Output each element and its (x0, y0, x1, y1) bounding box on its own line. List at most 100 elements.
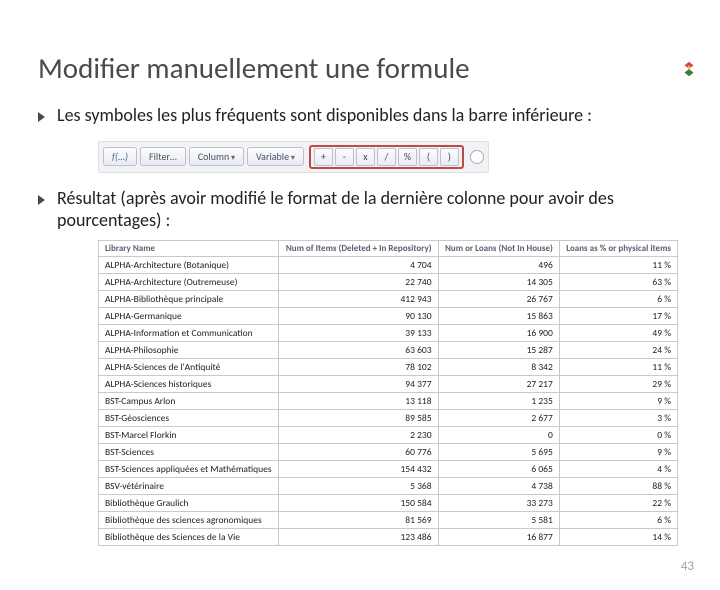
toggle-icon[interactable] (470, 150, 484, 164)
variable-dropdown[interactable]: Variable (247, 147, 304, 166)
table-row: ALPHA-Sciences historiques94 37727 21729… (99, 375, 678, 392)
cell-value: 90 130 (279, 307, 438, 324)
cell-value: 1 235 (438, 392, 559, 409)
cell-library: BST-Campus Arlon (99, 392, 279, 409)
col-items: Num of Items (Deleted + In Repository) (279, 240, 438, 256)
cell-value: 24 % (559, 341, 677, 358)
cell-value: 16 900 (438, 324, 559, 341)
filter-button[interactable]: Filter… (140, 147, 186, 166)
table-row: Bibliothèque des Sciences de la Vie123 4… (99, 528, 678, 545)
table-row: ALPHA-Philosophie63 60315 28724 % (99, 341, 678, 358)
table-row: BSV-vétérinaire5 3684 73888 % (99, 477, 678, 494)
table-row: ALPHA-Sciences de l'Antiquité78 1028 342… (99, 358, 678, 375)
cell-value: 5 581 (438, 511, 559, 528)
cell-value: 8 342 (438, 358, 559, 375)
table-row: ALPHA-Information et Communication39 133… (99, 324, 678, 341)
cell-value: 154 432 (279, 460, 438, 477)
table-row: Bibliothèque des sciences agronomiques81… (99, 511, 678, 528)
cell-value: 14 305 (438, 273, 559, 290)
table-row: ALPHA-Germanique90 13015 86317 % (99, 307, 678, 324)
bullet-item: Résultat (après avoir modifié le format … (38, 187, 682, 232)
cell-library: ALPHA-Sciences de l'Antiquité (99, 358, 279, 375)
op-percent[interactable]: % (398, 148, 417, 166)
op-minus[interactable]: - (335, 148, 354, 166)
col-loans: Num or Loans (Not In House) (438, 240, 559, 256)
slide-title: Modifier manuellement une formule (38, 50, 720, 86)
cell-value: 49 % (559, 324, 677, 341)
op-plus[interactable]: + (314, 148, 333, 166)
cell-value: 60 776 (279, 443, 438, 460)
triangle-icon (38, 112, 45, 122)
result-table: Library Name Num of Items (Deleted + In … (98, 240, 678, 546)
cell-value: 94 377 (279, 375, 438, 392)
cell-value: 13 118 (279, 392, 438, 409)
cell-value: 9 % (559, 443, 677, 460)
fx-button[interactable]: f(…) (103, 147, 137, 166)
cell-value: 5 695 (438, 443, 559, 460)
cell-value: 3 % (559, 409, 677, 426)
cell-value: 496 (438, 256, 559, 273)
cell-library: ALPHA-Information et Communication (99, 324, 279, 341)
cell-value: 14 % (559, 528, 677, 545)
cell-value: 2 677 (438, 409, 559, 426)
cell-library: ALPHA-Sciences historiques (99, 375, 279, 392)
cell-value: 6 % (559, 290, 677, 307)
col-percent: Loans as % or physical items (559, 240, 677, 256)
cell-library: ALPHA-Bibliothèque principale (99, 290, 279, 307)
triangle-icon (38, 195, 45, 205)
cell-library: Bibliothèque des sciences agronomiques (99, 511, 279, 528)
table-row: ALPHA-Bibliothèque principale412 94326 7… (99, 290, 678, 307)
cell-value: 17 % (559, 307, 677, 324)
cell-value: 63 % (559, 273, 677, 290)
cell-value: 89 585 (279, 409, 438, 426)
bullet-text: Résultat (après avoir modifié le format … (57, 187, 682, 232)
cell-library: ALPHA-Philosophie (99, 341, 279, 358)
cell-library: ALPHA-Germanique (99, 307, 279, 324)
cell-value: 0 (438, 426, 559, 443)
cell-library: ALPHA-Architecture (Outremeuse) (99, 273, 279, 290)
table-row: BST-Campus Arlon13 1181 2359 % (99, 392, 678, 409)
cell-value: 78 102 (279, 358, 438, 375)
cell-value: 6 065 (438, 460, 559, 477)
cell-value: 4 704 (279, 256, 438, 273)
cell-value: 123 486 (279, 528, 438, 545)
cell-value: 6 % (559, 511, 677, 528)
cell-library: BST-Géosciences (99, 409, 279, 426)
cell-value: 15 287 (438, 341, 559, 358)
table-row: BST-Sciences appliquées et Mathématiques… (99, 460, 678, 477)
table-row: BST-Géosciences89 5852 6773 % (99, 409, 678, 426)
cell-library: BST-Marcel Florkin (99, 426, 279, 443)
column-dropdown[interactable]: Column (189, 147, 244, 166)
cell-value: 26 767 (438, 290, 559, 307)
cell-value: 63 603 (279, 341, 438, 358)
cell-value: 88 % (559, 477, 677, 494)
cell-value: 33 273 (438, 494, 559, 511)
cell-value: 11 % (559, 358, 677, 375)
cell-value: 150 584 (279, 494, 438, 511)
formula-toolbar: f(…) Filter… Column Variable + - x / % (… (98, 141, 489, 173)
cell-value: 0 % (559, 426, 677, 443)
cell-value: 2 230 (279, 426, 438, 443)
result-table-wrap: Library Name Num of Items (Deleted + In … (98, 240, 682, 546)
cell-value: 9 % (559, 392, 677, 409)
page-number: 43 (681, 559, 694, 574)
cell-library: Bibliothèque Graulich (99, 494, 279, 511)
cell-value: 4 738 (438, 477, 559, 494)
table-row: Bibliothèque Graulich150 58433 27322 % (99, 494, 678, 511)
table-row: ALPHA-Architecture (Outremeuse)22 74014 … (99, 273, 678, 290)
cell-library: BSV-vétérinaire (99, 477, 279, 494)
bullet-text: Les symboles les plus fréquents sont dis… (57, 104, 592, 127)
cell-value: 27 217 (438, 375, 559, 392)
op-divide[interactable]: / (377, 148, 396, 166)
cell-value: 81 569 (279, 511, 438, 528)
op-rparen[interactable]: ) (440, 148, 459, 166)
operator-group: + - x / % ( ) (309, 145, 464, 169)
op-lparen[interactable]: ( (419, 148, 438, 166)
op-times[interactable]: x (356, 148, 375, 166)
bullet-item: Les symboles les plus fréquents sont dis… (38, 104, 682, 127)
cell-library: BST-Sciences (99, 443, 279, 460)
table-row: BST-Marcel Florkin2 23000 % (99, 426, 678, 443)
slide-content: Les symboles les plus fréquents sont dis… (0, 104, 720, 546)
table-row: BST-Sciences60 7765 6959 % (99, 443, 678, 460)
cell-value: 29 % (559, 375, 677, 392)
